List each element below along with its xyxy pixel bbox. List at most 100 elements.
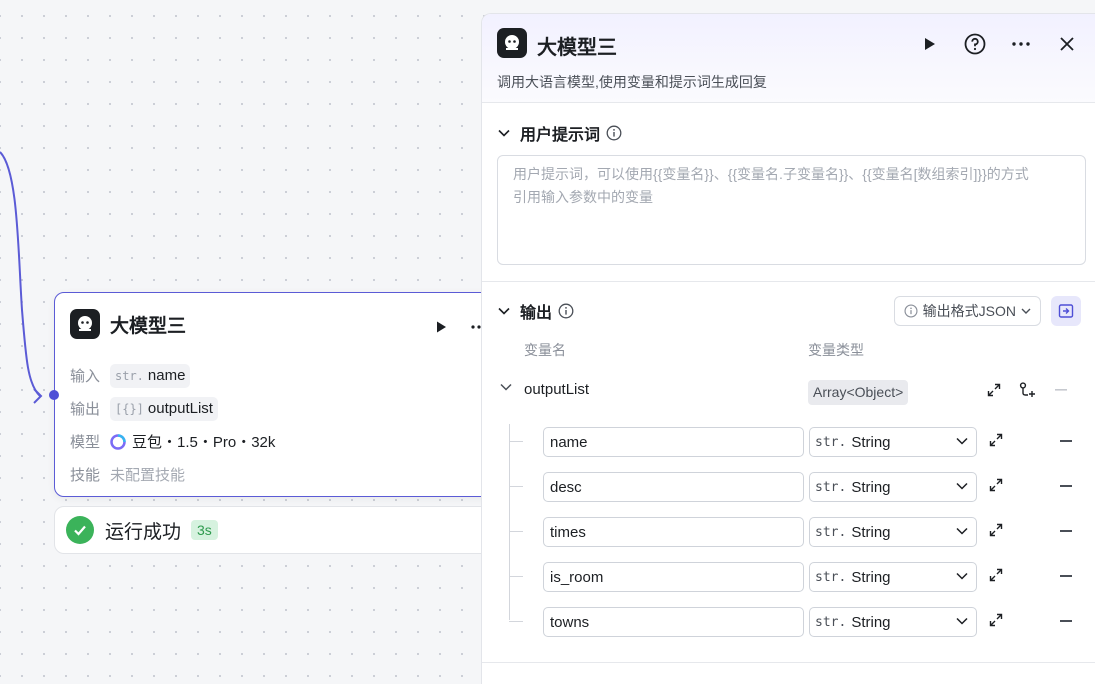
tree-branch-line bbox=[509, 621, 523, 622]
run-duration-badge: 3s bbox=[191, 520, 218, 540]
field-name-input[interactable] bbox=[543, 562, 804, 592]
field-name-input[interactable] bbox=[543, 472, 804, 502]
skill-label: 技能 bbox=[70, 467, 101, 484]
type-prefix: str. bbox=[815, 614, 847, 630]
output-column-headers: 变量名 变量类型 bbox=[482, 340, 1095, 366]
type-prefix: str. bbox=[815, 434, 847, 450]
chevron-down-icon bbox=[956, 572, 968, 580]
expand-icon[interactable] bbox=[989, 523, 1003, 537]
output-field-row: str.String bbox=[482, 599, 1095, 644]
output-root-row: outputList Array<Object> bbox=[482, 366, 1095, 416]
field-type-value: String bbox=[851, 523, 891, 541]
expand-icon[interactable] bbox=[989, 613, 1003, 627]
output-field-row: str.String bbox=[482, 464, 1095, 509]
section-divider bbox=[482, 662, 1095, 663]
more-icon[interactable] bbox=[1009, 32, 1033, 56]
expand-icon[interactable] bbox=[989, 478, 1003, 492]
expand-icon[interactable] bbox=[989, 433, 1003, 447]
tree-branch-line bbox=[509, 441, 523, 442]
tree-branch-line bbox=[509, 531, 523, 532]
input-variable-name: name bbox=[147, 367, 186, 384]
type-prefix: str. bbox=[815, 569, 847, 585]
tree-branch-line bbox=[509, 576, 523, 577]
add-child-icon[interactable] bbox=[1019, 382, 1037, 398]
type-prefix: str. bbox=[815, 524, 847, 540]
output-field-row: str.String bbox=[482, 509, 1095, 554]
chevron-down-icon bbox=[1021, 308, 1031, 314]
play-icon[interactable] bbox=[917, 32, 941, 56]
chevron-down-icon[interactable] bbox=[498, 307, 510, 315]
prompt-placeholder-line2: 引用输入参数中的变量 bbox=[513, 189, 653, 205]
output-title: 输出 bbox=[520, 305, 553, 322]
col-variable-name: 变量名 bbox=[524, 342, 566, 358]
root-variable-name[interactable]: outputList bbox=[524, 381, 589, 398]
panel-title[interactable]: 大模型三 bbox=[537, 31, 617, 60]
tree-branch-line bbox=[509, 486, 523, 487]
field-type-select[interactable]: str. String bbox=[809, 517, 977, 547]
chevron-down-icon bbox=[956, 617, 968, 625]
node-input-row: 输入 str. name bbox=[70, 359, 490, 392]
user-prompt-section-head[interactable]: 用户提示词 bbox=[482, 111, 1095, 155]
open-panel-icon bbox=[1058, 304, 1074, 318]
check-circle-icon bbox=[66, 516, 94, 544]
llm-node-card[interactable]: 大模型三 输入 str. name 输出 [{}] outputList 模型 bbox=[49, 292, 504, 497]
type-prefix: [{}] bbox=[115, 401, 144, 416]
output-variable-chip: [{}] outputList bbox=[110, 396, 218, 421]
output-field-row: str.String bbox=[482, 554, 1095, 599]
remove-field-button[interactable] bbox=[1060, 575, 1072, 577]
field-type-value: String bbox=[851, 613, 891, 631]
info-icon[interactable] bbox=[558, 303, 574, 319]
type-prefix: str. bbox=[815, 479, 847, 495]
info-icon bbox=[904, 304, 918, 318]
prompt-placeholder-line1: 用户提示词，可以使用{{变量名}}、{{变量名.子变量名}}、{{变量名[数组索… bbox=[513, 166, 1029, 182]
user-prompt-title: 用户提示词 bbox=[520, 127, 601, 144]
field-type-value: String bbox=[851, 433, 891, 451]
node-model-row: 模型 豆包・1.5・Pro・32k bbox=[70, 425, 490, 458]
field-name-input[interactable] bbox=[543, 427, 804, 457]
remove-field-button[interactable] bbox=[1060, 530, 1072, 532]
chevron-down-icon bbox=[956, 527, 968, 535]
doubao-model-icon bbox=[110, 433, 126, 450]
model-name: 豆包・1.5・Pro・32k bbox=[132, 434, 276, 451]
chevron-down-icon[interactable] bbox=[498, 129, 510, 137]
play-icon[interactable] bbox=[429, 315, 453, 339]
field-type-value: String bbox=[851, 478, 891, 496]
remove-field-button[interactable] bbox=[1060, 620, 1072, 622]
chevron-down-icon bbox=[956, 482, 968, 490]
expand-icon[interactable] bbox=[989, 568, 1003, 582]
root-variable-type: Array<Object> bbox=[808, 380, 909, 405]
output-expand-button[interactable] bbox=[1051, 296, 1081, 326]
help-icon[interactable] bbox=[963, 32, 987, 56]
field-name-input[interactable] bbox=[543, 517, 804, 547]
col-variable-type: 变量类型 bbox=[808, 342, 864, 358]
remove-field-button[interactable] bbox=[1060, 485, 1072, 487]
expand-icon[interactable] bbox=[987, 383, 1001, 397]
user-prompt-textarea[interactable]: 用户提示词，可以使用{{变量名}}、{{变量名.子变量名}}、{{变量名[数组索… bbox=[497, 155, 1086, 265]
chevron-down-icon[interactable] bbox=[500, 383, 512, 391]
output-format-dropdown[interactable]: 输出格式JSON bbox=[893, 296, 1041, 326]
run-status-bar[interactable]: 运行成功 3s bbox=[54, 506, 504, 554]
panel-description[interactable]: 调用大语言模型,使用变量和提示词生成回复 bbox=[497, 72, 767, 92]
remove-icon bbox=[1055, 389, 1067, 391]
field-type-select[interactable]: str. String bbox=[809, 472, 977, 502]
input-label: 输入 bbox=[70, 368, 101, 385]
type-prefix: str. bbox=[115, 368, 144, 383]
node-config-panel: 大模型三 调用大语言模型,使用变量和提示词生成回复 用户提示词 用户提示词，可以… bbox=[481, 13, 1095, 684]
remove-field-button[interactable] bbox=[1060, 440, 1072, 442]
llm-logo-icon bbox=[70, 309, 100, 339]
node-title: 大模型三 bbox=[110, 315, 187, 337]
close-icon[interactable] bbox=[1055, 32, 1079, 56]
node-skill-row: 技能 未配置技能 bbox=[70, 458, 490, 491]
info-icon[interactable] bbox=[606, 125, 622, 141]
field-name-input[interactable] bbox=[543, 607, 804, 637]
node-output-row: 输出 [{}] outputList bbox=[70, 392, 490, 425]
field-type-select[interactable]: str. String bbox=[809, 427, 977, 457]
input-port[interactable] bbox=[49, 390, 59, 400]
field-type-select[interactable]: str. String bbox=[809, 607, 977, 637]
skill-value: 未配置技能 bbox=[110, 467, 186, 484]
output-section-head[interactable]: 输出 输出格式JSON bbox=[482, 282, 1095, 340]
output-field-row: str.String bbox=[482, 419, 1095, 464]
panel-header: 大模型三 调用大语言模型,使用变量和提示词生成回复 bbox=[482, 14, 1095, 103]
node-header: 大模型三 bbox=[70, 309, 186, 339]
field-type-select[interactable]: str. String bbox=[809, 562, 977, 592]
